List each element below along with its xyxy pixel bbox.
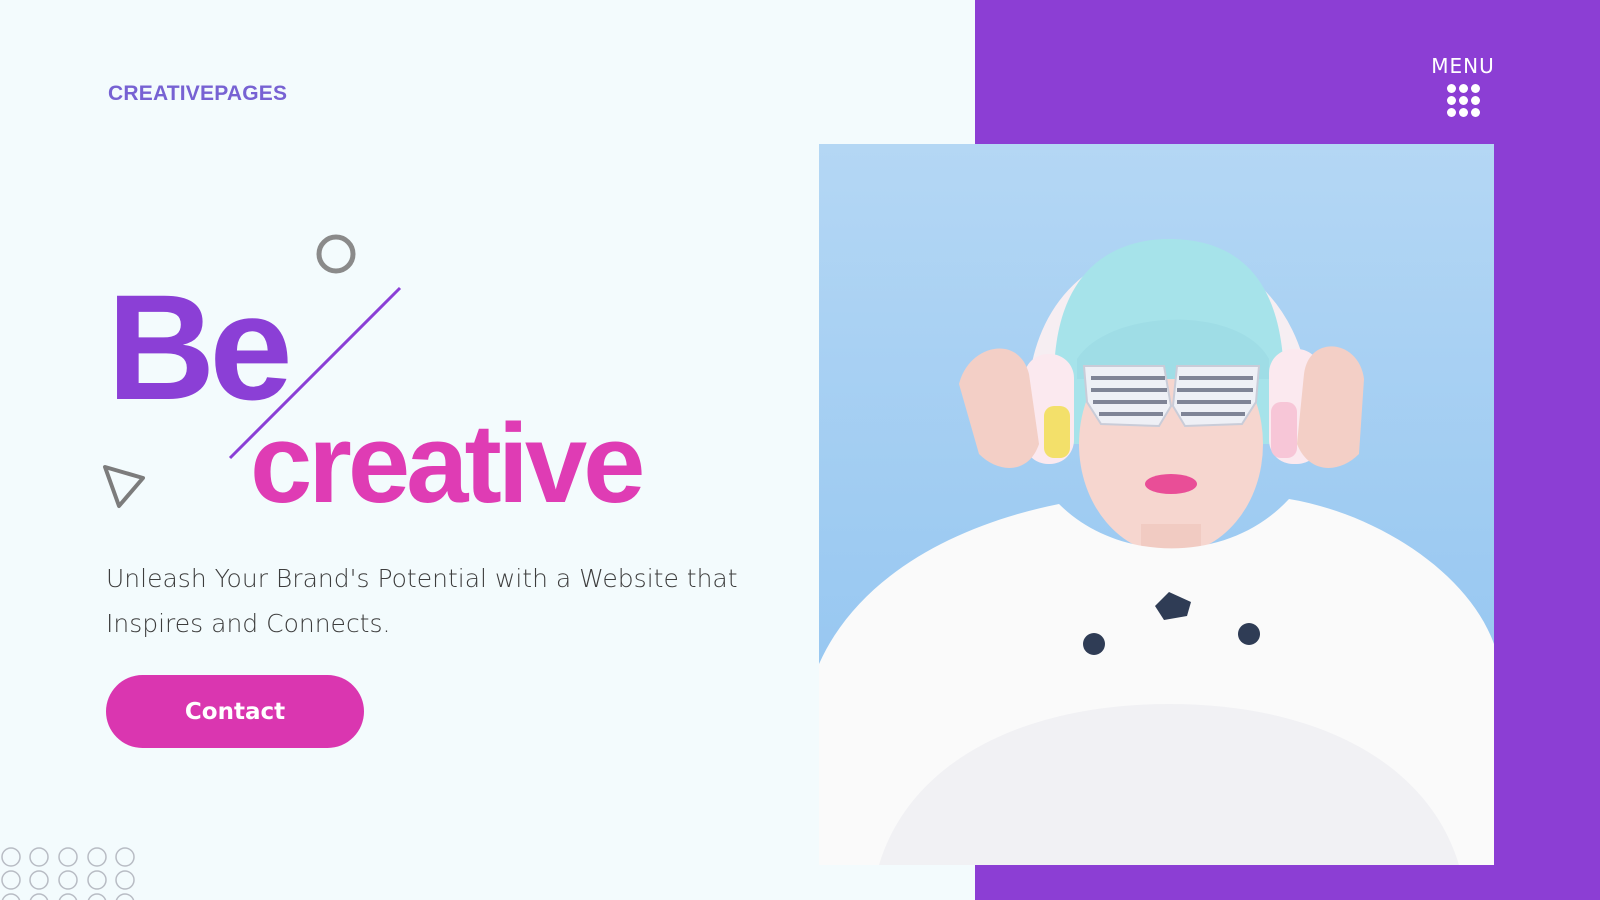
- contact-button[interactable]: Contact: [106, 675, 364, 748]
- ring-icon: [316, 234, 356, 274]
- hero-photo: [819, 144, 1494, 865]
- hero-subtitle-line1: Unleash Your Brand's Potential with a We…: [106, 564, 738, 593]
- grid-dots-icon: [1446, 84, 1480, 117]
- triangle-outline-icon: [103, 465, 145, 508]
- hero-subtitle-line2: Inspires and Connects.: [106, 609, 391, 638]
- hero-subtitle: Unleash Your Brand's Potential with a We…: [106, 556, 746, 646]
- hero-title-creative: creative: [250, 401, 645, 526]
- menu-label: MENU: [1431, 54, 1495, 78]
- menu-button[interactable]: MENU: [1431, 54, 1495, 117]
- circle-pattern-icon: [1, 847, 135, 900]
